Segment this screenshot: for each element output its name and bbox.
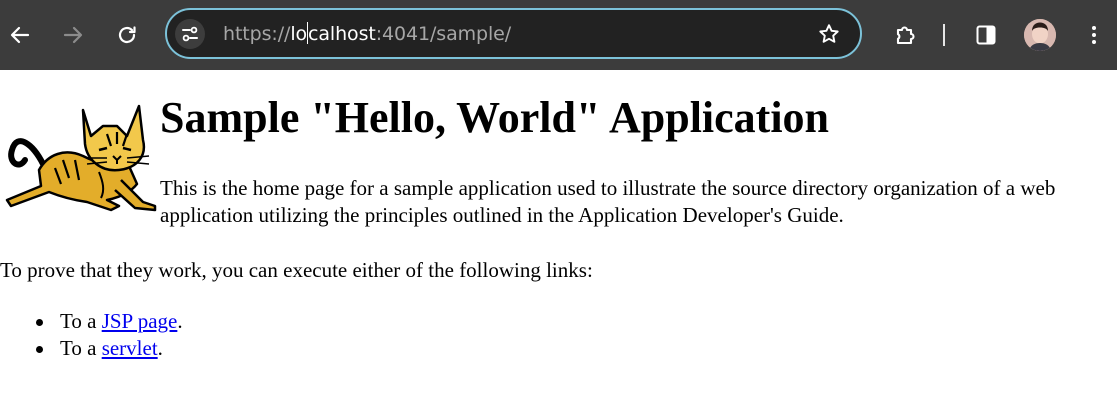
servlet-link[interactable]: servlet: [102, 336, 158, 360]
intro-paragraph: This is the home page for a sample appli…: [160, 176, 1056, 227]
forward-button[interactable]: [53, 15, 93, 55]
bookmark-star-icon: [819, 24, 839, 43]
url-text[interactable]: https://localhost:4041/sample/: [223, 22, 511, 46]
list-item-servlet: To a servlet.: [0, 335, 183, 362]
instructions-paragraph: To prove that they work, you can execute…: [0, 258, 593, 282]
browser-toolbar: https://localhost:4041/sample/: [0, 0, 1117, 70]
list-item-prefix: To a: [60, 336, 102, 360]
back-arrow-icon: [10, 26, 30, 44]
bookmark-button[interactable]: [815, 20, 843, 48]
forward-arrow-icon: [63, 26, 83, 44]
page-title: Sample "Hello, World" Application: [160, 93, 830, 142]
link-list: To a JSP page. To a servlet.: [0, 308, 183, 362]
list-item-suffix: .: [177, 309, 183, 333]
text-caret: [307, 22, 309, 44]
profile-picture-icon: [1024, 19, 1056, 51]
kebab-menu-icon: [1092, 26, 1096, 44]
side-panel-icon: [976, 25, 996, 45]
url-host: localhost: [290, 22, 376, 45]
profile-avatar[interactable]: [1024, 19, 1056, 51]
site-info-button[interactable]: [175, 19, 205, 49]
site-info-icon: [182, 26, 198, 42]
extensions-button[interactable]: [886, 15, 926, 55]
list-item-suffix: .: [157, 336, 163, 360]
reload-button[interactable]: [107, 15, 147, 55]
back-button[interactable]: [0, 15, 40, 55]
address-bar[interactable]: https://localhost:4041/sample/: [165, 8, 862, 59]
extensions-icon: [896, 26, 915, 45]
tomcat-logo: [3, 102, 157, 217]
side-panel-button[interactable]: [966, 15, 1006, 55]
jsp-page-link[interactable]: JSP page: [102, 309, 178, 333]
url-scheme: https://: [223, 23, 291, 45]
url-path: :4041/sample/: [375, 23, 512, 45]
list-item-jsp: To a JSP page.: [0, 308, 183, 335]
list-item-prefix: To a: [60, 309, 102, 333]
toolbar-divider: [943, 24, 945, 46]
browser-menu-button[interactable]: [1074, 15, 1114, 55]
reload-icon: [118, 26, 136, 44]
tomcat-icon: [5, 104, 157, 212]
page-content: Sample "Hello, World" Application This i…: [0, 70, 1117, 400]
